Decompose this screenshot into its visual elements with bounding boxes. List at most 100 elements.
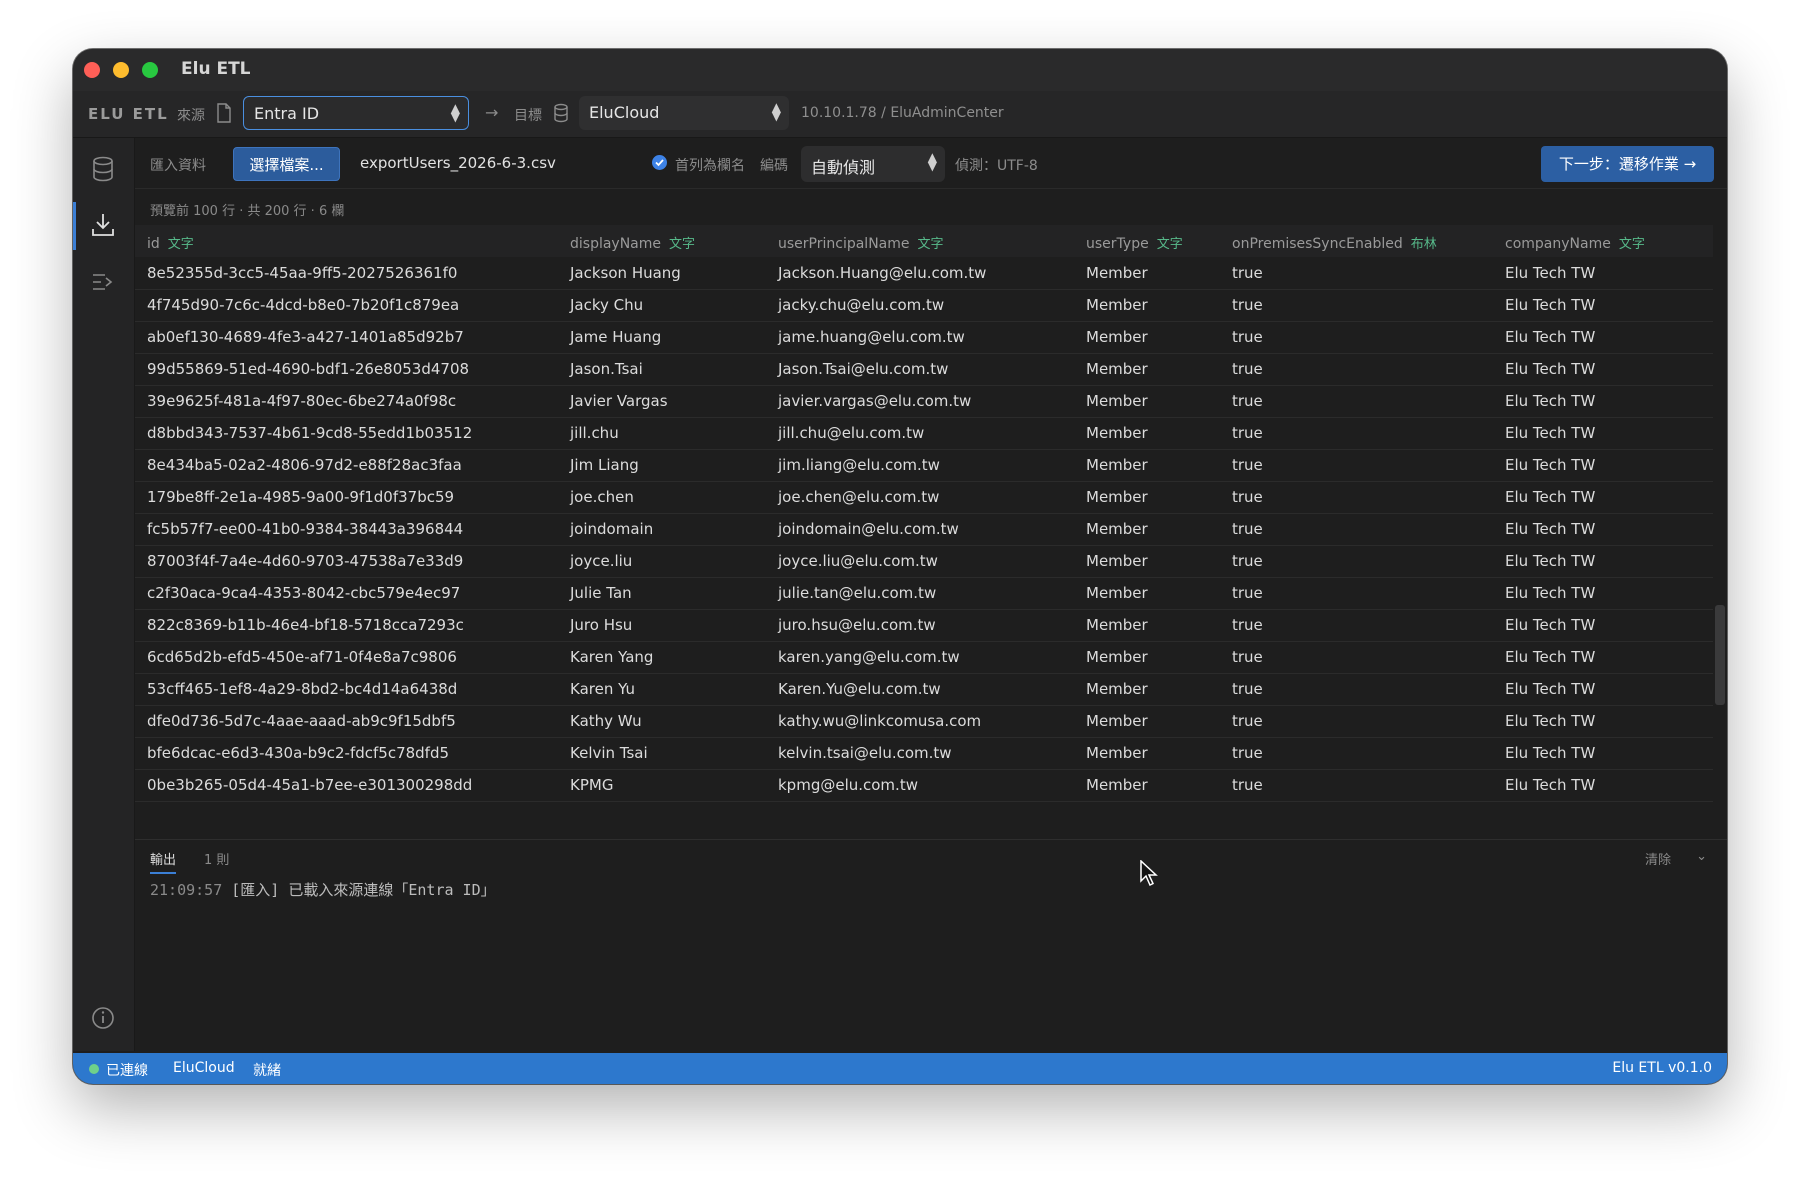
- table-row[interactable]: 179be8ff-2e1a-4985-9a00-9f1d0f37bc59 joe.…: [135, 482, 1713, 514]
- migrate-icon[interactable]: [89, 268, 117, 296]
- cell-display-name: Juro Hsu: [570, 616, 633, 634]
- table-row[interactable]: 8e434ba5-02a2-4806-97d2-e88f28ac3faa Jim …: [135, 450, 1713, 482]
- status-state: 就緒: [253, 1063, 281, 1079]
- column-name: displayName: [570, 236, 662, 252]
- next-migrate-button[interactable]: 下一步：遷移作業 →: [1541, 146, 1714, 182]
- cell-upn: karen.yang@elu.com.tw: [778, 648, 960, 666]
- table-row[interactable]: ab0ef130-4689-4fe3-a427-1401a85d92b7 Jame…: [135, 322, 1713, 354]
- table-header: id 文字 displayName 文字 userPrincipalName 文字 user…: [135, 225, 1713, 257]
- encoding-select-value: 自動偵測: [811, 158, 876, 177]
- cell-user-type: Member: [1086, 328, 1148, 346]
- table-row[interactable]: 87003f4f-7a4e-4d60-9703-47538a7e33d9 joyc…: [135, 546, 1713, 578]
- cell-id: bfe6dcac-e6d3-430a-b9c2-fdcf5c78dfd5: [147, 744, 450, 762]
- connection-status-dot: [89, 1064, 99, 1074]
- table-row[interactable]: d8bbd343-7537-4b61-9cd8-55edd1b03512 jill…: [135, 418, 1713, 450]
- output-header: 輸出 1 則 清除 ⌄: [135, 839, 1727, 874]
- encoding-label: 編碼: [760, 158, 788, 174]
- column-name: userPrincipalName: [778, 236, 910, 252]
- collapse-chevron-icon[interactable]: ⌄: [1696, 849, 1707, 864]
- window-title: Elu ETL: [181, 59, 251, 79]
- table-body: 8e52355d-3cc5-45aa-9ff5-2027526361f0 Jack…: [135, 258, 1713, 802]
- cell-id: dfe0d736-5d7c-4aae-aaad-ab9c9f15dbf5: [147, 712, 456, 730]
- clear-output-button[interactable]: 清除: [1645, 849, 1671, 868]
- cell-display-name: jill.chu: [570, 424, 619, 442]
- chevron-updown-icon: ▲ ▼: [450, 101, 460, 124]
- column-type-badge: 文字: [669, 237, 696, 252]
- cell-display-name: joe.chen: [570, 488, 634, 506]
- cell-id: 39e9625f-481a-4f97-80ec-6be274a0f98c: [147, 392, 457, 410]
- cell-company: Elu Tech TW: [1505, 776, 1596, 794]
- arrow-icon: →: [485, 103, 499, 122]
- source-label: 來源: [177, 108, 205, 124]
- column-header-id[interactable]: id 文字: [147, 233, 194, 252]
- table-row[interactable]: 822c8369-b11b-46e4-bf18-5718cca7293c Juro…: [135, 610, 1713, 642]
- cell-display-name: Kelvin Tsai: [570, 744, 648, 762]
- database-small-icon: [553, 103, 569, 127]
- cell-display-name: joindomain: [570, 520, 654, 538]
- cell-user-type: Member: [1086, 488, 1148, 506]
- cell-sync-enabled: true: [1232, 744, 1263, 762]
- table-row[interactable]: 99d55869-51ed-4690-bdf1-26e8053d4708 Jaso…: [135, 354, 1713, 386]
- cell-upn: Jackson.Huang@elu.com.tw: [778, 264, 987, 282]
- column-header-company[interactable]: companyName 文字: [1505, 233, 1645, 252]
- cell-company: Elu Tech TW: [1505, 520, 1596, 538]
- cell-upn: Jason.Tsai@elu.com.tw: [778, 360, 949, 378]
- log-time: 21:09:57: [150, 881, 223, 899]
- cell-upn: julie.tan@elu.com.tw: [778, 584, 937, 602]
- info-icon[interactable]: [89, 1004, 117, 1032]
- cell-sync-enabled: true: [1232, 264, 1263, 282]
- column-header-user-type[interactable]: userType 文字: [1086, 233, 1183, 252]
- column-type-badge: 文字: [1618, 237, 1645, 252]
- close-window-button[interactable]: [84, 62, 100, 78]
- cell-user-type: Member: [1086, 648, 1148, 666]
- cell-sync-enabled: true: [1232, 360, 1263, 378]
- encoding-select[interactable]: 自動偵測 ▲ ▼: [801, 146, 945, 182]
- choose-file-button[interactable]: 選擇檔案...: [233, 147, 340, 181]
- app-window: Elu ETL ELU ETL 來源 Entra ID ▲ ▼ → 目標 EluC…: [73, 49, 1727, 1084]
- column-header-upn[interactable]: userPrincipalName 文字: [778, 233, 944, 252]
- table-row[interactable]: 0be3b265-05d4-45a1-b7ee-e301300298dd KPMG…: [135, 770, 1713, 802]
- target-select-value: EluCloud: [589, 103, 660, 122]
- brand-label: ELU ETL: [88, 105, 169, 123]
- cell-company: Elu Tech TW: [1505, 744, 1596, 762]
- cell-sync-enabled: true: [1232, 296, 1263, 314]
- cell-company: Elu Tech TW: [1505, 360, 1596, 378]
- cell-upn: jacky.chu@elu.com.tw: [778, 296, 945, 314]
- minimize-window-button[interactable]: [113, 62, 129, 78]
- table-row[interactable]: 4f745d90-7c6c-4dcd-b8e0-7b20f1c879ea Jack…: [135, 290, 1713, 322]
- column-header-sync-enabled[interactable]: onPremisesSyncEnabled 布林: [1232, 233, 1437, 252]
- column-type-badge: 文字: [1156, 237, 1183, 252]
- preview-summary: 預覽前 100 行 · 共 200 行 · 6 欄: [150, 204, 345, 219]
- table-row[interactable]: bfe6dcac-e6d3-430a-b9c2-fdcf5c78dfd5 Kelv…: [135, 738, 1713, 770]
- target-select[interactable]: EluCloud ▲ ▼: [579, 96, 789, 130]
- column-header-display-name[interactable]: displayName 文字: [570, 233, 695, 252]
- cell-upn: joe.chen@elu.com.tw: [778, 488, 940, 506]
- cell-company: Elu Tech TW: [1505, 456, 1596, 474]
- status-target: EluCloud: [173, 1060, 235, 1076]
- table-row[interactable]: 6cd65d2b-efd5-450e-af71-0f4e8a7c9806 Kare…: [135, 642, 1713, 674]
- cell-user-type: Member: [1086, 680, 1148, 698]
- zoom-window-button[interactable]: [142, 62, 158, 78]
- table-scrollbar[interactable]: [1715, 605, 1725, 705]
- table-row[interactable]: dfe0d736-5d7c-4aae-aaad-ab9c9f15dbf5 Kath…: [135, 706, 1713, 738]
- chevron-updown-icon: ▲ ▼: [927, 150, 937, 173]
- table-row[interactable]: 53cff465-1ef8-4a29-8bd2-bc4d14a6438d Kare…: [135, 674, 1713, 706]
- table-row[interactable]: 8e52355d-3cc5-45aa-9ff5-2027526361f0 Jack…: [135, 258, 1713, 290]
- table-row[interactable]: c2f30aca-9ca4-4353-8042-cbc579e4ec97 Juli…: [135, 578, 1713, 610]
- source-select-value: Entra ID: [254, 104, 320, 123]
- title-bar: Elu ETL: [73, 49, 1727, 91]
- header-row-checkbox[interactable]: [652, 155, 667, 170]
- table-row[interactable]: fc5b57f7-ee00-41b0-9384-38443a396844 join…: [135, 514, 1713, 546]
- cell-upn: jill.chu@elu.com.tw: [778, 424, 925, 442]
- cell-user-type: Member: [1086, 776, 1148, 794]
- database-icon[interactable]: [89, 155, 117, 183]
- cell-display-name: Jacky Chu: [570, 296, 644, 314]
- app-version: Elu ETL v0.1.0: [1612, 1060, 1712, 1076]
- cell-user-type: Member: [1086, 552, 1148, 570]
- output-tab[interactable]: 輸出: [150, 849, 177, 874]
- source-select[interactable]: Entra ID ▲ ▼: [243, 96, 469, 130]
- import-icon[interactable]: [89, 211, 117, 239]
- table-row[interactable]: 39e9625f-481a-4f97-80ec-6be274a0f98c Javi…: [135, 386, 1713, 418]
- cell-upn: juro.hsu@elu.com.tw: [778, 616, 936, 634]
- cell-sync-enabled: true: [1232, 328, 1263, 346]
